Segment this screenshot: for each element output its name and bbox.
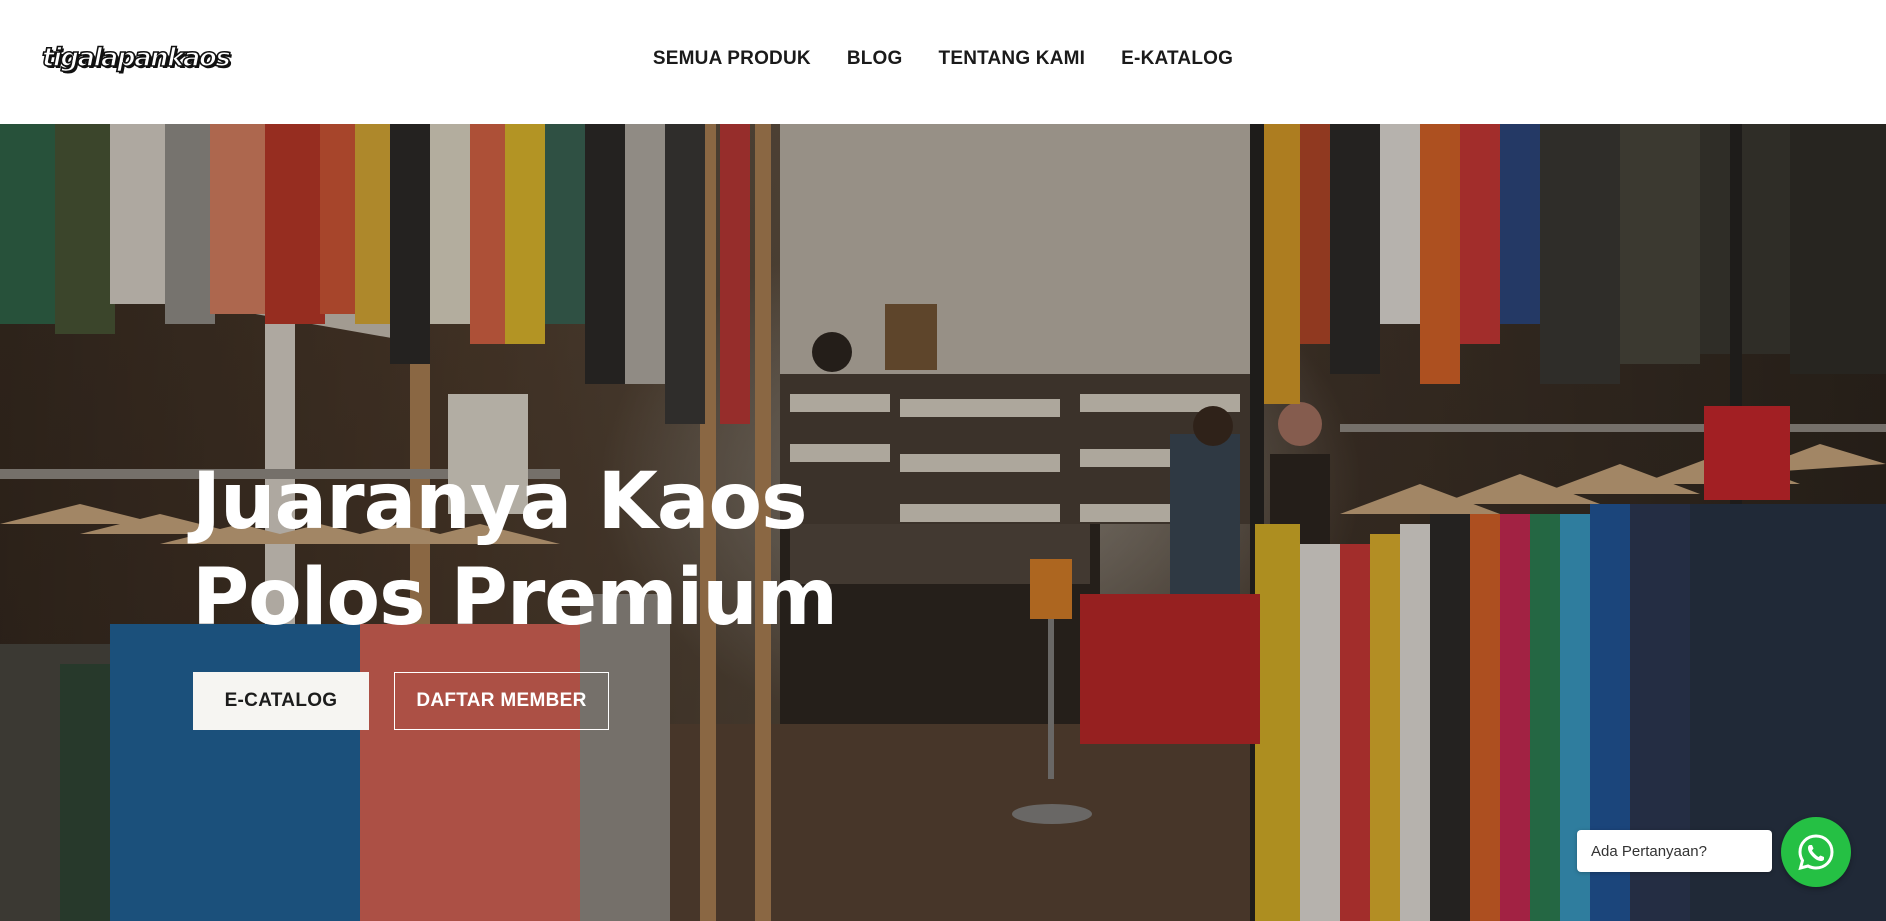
main-nav: SEMUA PRODUK BLOG TENTANG KAMI E-KATALOG [0,0,1886,118]
whatsapp-icon [1798,834,1834,871]
whatsapp-button[interactable] [1781,817,1851,887]
nav-item-e-katalog[interactable]: E-KATALOG [1121,48,1233,70]
whatsapp-chat-bubble[interactable]: Ada Pertanyaan? [1577,830,1772,872]
nav-item-semua-produk[interactable]: SEMUA PRODUK [653,48,811,70]
hero-headline: Juaranya Kaos Polos Premium [192,454,912,646]
hero-headline-line2: Polos Premium [192,553,838,643]
nav-item-blog[interactable]: BLOG [847,48,903,70]
e-catalog-button[interactable]: E-CATALOG [193,672,369,730]
nav-item-tentang-kami[interactable]: TENTANG KAMI [939,48,1086,70]
daftar-member-button[interactable]: DAFTAR MEMBER [394,672,609,730]
hero-banner: Juaranya Kaos Polos Premium E-CATALOG DA… [0,124,1886,921]
hero-headline-line1: Juaranya Kaos [192,457,808,547]
site-header: tigalapankaos SEMUA PRODUK BLOG TENTANG … [0,0,1886,124]
